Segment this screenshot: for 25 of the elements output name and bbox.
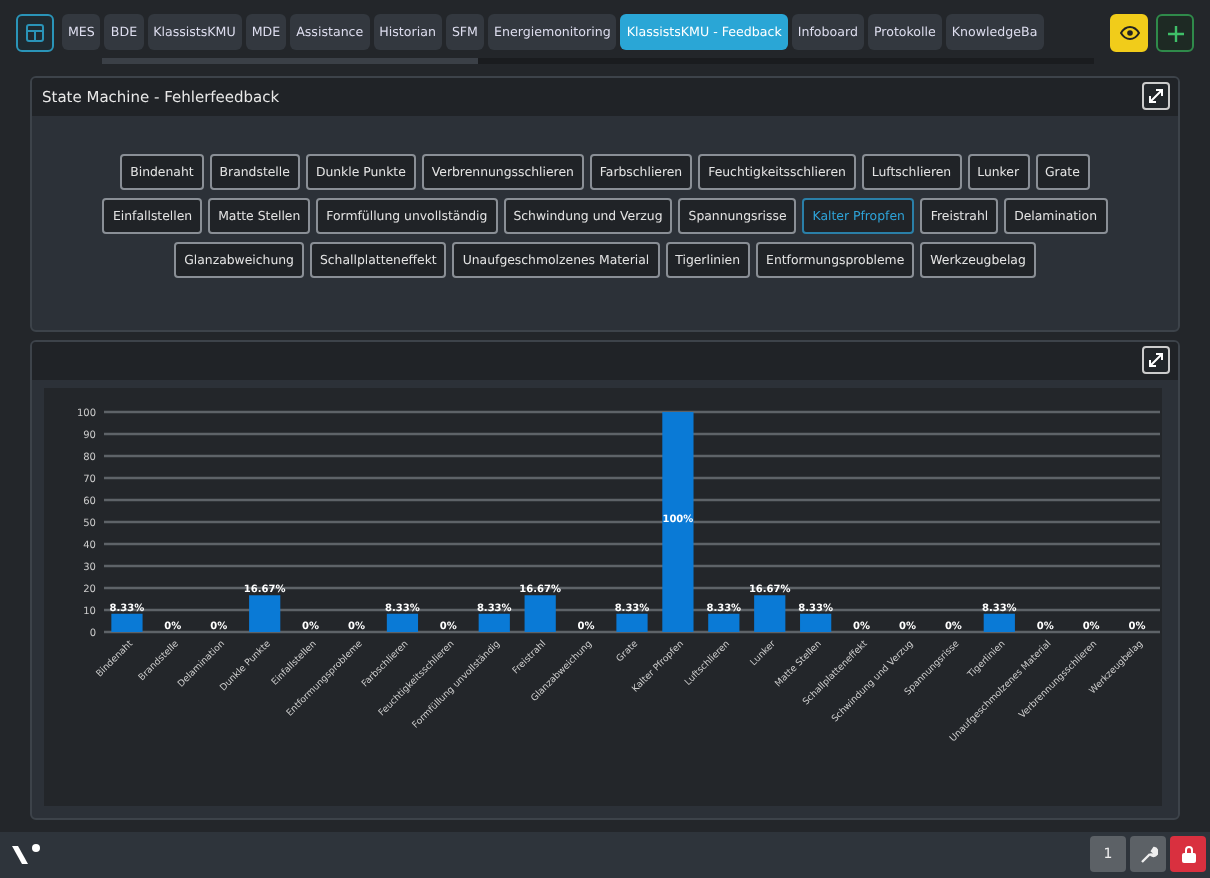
table-icon [26,24,44,42]
bar [800,613,832,632]
bar [249,594,281,632]
bar [616,613,648,632]
lock-button[interactable] [1170,836,1206,873]
bar [478,613,510,632]
expand-button[interactable] [1142,82,1170,111]
view-button[interactable] [1110,14,1148,52]
expand-icon [1148,352,1164,369]
expand-icon [1148,88,1164,105]
dashboard-button[interactable] [16,14,54,52]
bar [708,613,740,632]
bar [983,613,1015,632]
tools-button[interactable] [1130,836,1166,873]
bar [754,594,786,632]
wrench-icon [1139,845,1157,864]
expand-button[interactable] [1142,346,1170,375]
eye-icon [1119,26,1139,40]
plus-icon [1167,25,1183,41]
lock-icon [1179,845,1197,864]
bar [386,613,419,632]
logo-icon [12,843,44,866]
bar [524,594,556,632]
add-button[interactable] [1156,14,1194,52]
bar [111,613,143,632]
